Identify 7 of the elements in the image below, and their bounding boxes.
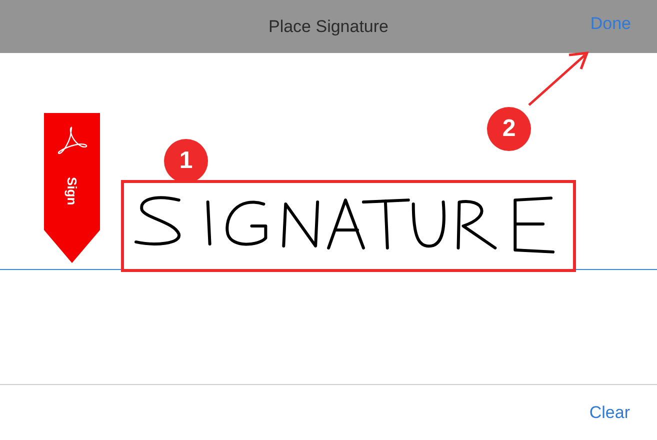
step-number-badge: 2	[487, 107, 531, 151]
acrobat-icon	[55, 125, 89, 155]
sign-label: Sign	[64, 177, 80, 206]
step-number-badge: 1	[164, 139, 208, 183]
clear-button[interactable]: Clear	[589, 402, 630, 422]
sign-tab[interactable]: Sign	[44, 113, 100, 263]
window-title: Place Signature	[268, 16, 389, 36]
